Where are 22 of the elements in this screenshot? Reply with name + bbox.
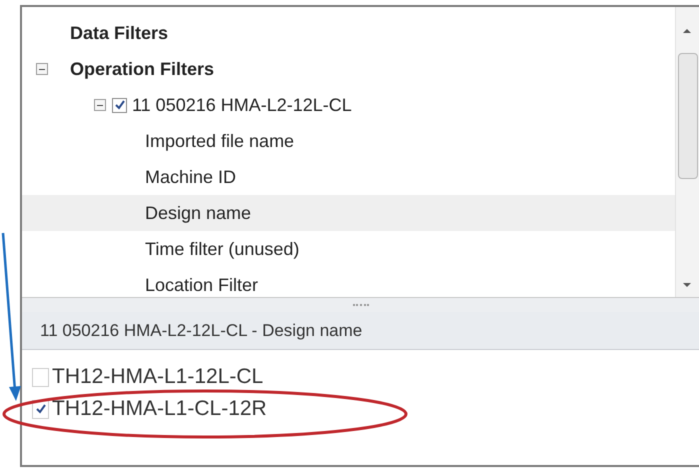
tree-label: Design name (145, 202, 252, 225)
collapse-icon[interactable] (36, 63, 48, 75)
tree-label: Imported file name (145, 130, 294, 153)
tree-label: Time filter (unused) (145, 238, 300, 261)
tree-label: Location Filter (145, 274, 258, 296)
scroll-up-icon[interactable] (683, 29, 691, 33)
tree-label: Machine ID (145, 166, 236, 188)
check-icon (34, 403, 46, 415)
tree-row[interactable]: Design name (22, 195, 675, 231)
collapse-icon[interactable] (94, 99, 106, 111)
checkbox[interactable] (32, 368, 49, 386)
checkbox[interactable] (112, 98, 127, 112)
scroll-thumb[interactable] (678, 53, 698, 179)
scrollbar[interactable] (675, 7, 699, 297)
detail-header: 11 050216 HMA-L2-12L-CL - Design name (22, 312, 699, 350)
value-label: TH12-HMA-L1-12L-CL (52, 364, 264, 390)
value-label: TH12-HMA-L1-CL-12R (52, 396, 267, 422)
check-icon (114, 99, 126, 111)
tree-label: 11 050216 HMA-L2-12L-CL (132, 94, 352, 116)
scroll-down-icon[interactable] (683, 283, 691, 287)
tree-label: Operation Filters (70, 58, 214, 81)
tree-label: Data Filters (70, 22, 168, 44)
